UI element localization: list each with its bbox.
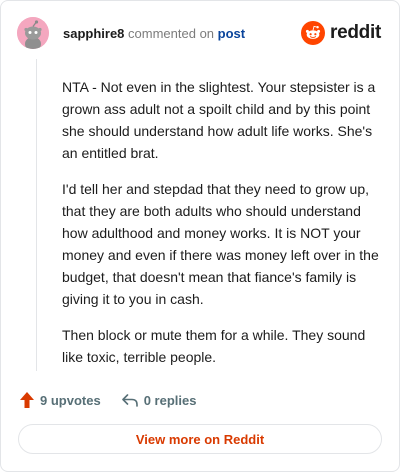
commented-on-text: commented on bbox=[128, 26, 215, 41]
comment-actions: 9 upvotes 0 replies bbox=[19, 390, 196, 410]
reddit-brand[interactable]: reddit bbox=[301, 21, 381, 45]
comment-embed-card: sapphire8 commented on post reddit NTA -… bbox=[0, 0, 400, 472]
reply-button[interactable]: 0 replies bbox=[121, 392, 197, 408]
reply-arrow-icon bbox=[121, 394, 138, 407]
upvote-arrow-icon bbox=[20, 392, 34, 408]
upvote-count: 9 upvotes bbox=[40, 392, 101, 408]
thread-line bbox=[36, 59, 37, 371]
reddit-snoo-logo-icon bbox=[301, 21, 326, 45]
comment-paragraph: I'd tell her and stepdad that they need … bbox=[62, 181, 379, 307]
upvote-button[interactable]: 9 upvotes bbox=[19, 391, 101, 409]
reddit-wordmark: reddit bbox=[330, 22, 381, 43]
comment-paragraph: Then block or mute them for a while. The… bbox=[62, 327, 366, 365]
comment-paragraph: NTA - Not even in the slightest. Your st… bbox=[62, 79, 376, 161]
post-link[interactable]: post bbox=[218, 26, 245, 41]
username-link[interactable]: sapphire8 bbox=[63, 26, 124, 41]
reply-count: 0 replies bbox=[143, 392, 197, 408]
comment-body: NTA - Not even in the slightest. Your st… bbox=[62, 76, 386, 382]
view-more-button[interactable]: View more on Reddit bbox=[18, 424, 382, 454]
user-avatar[interactable] bbox=[17, 17, 49, 49]
comment-header: sapphire8 commented on post bbox=[63, 26, 245, 42]
snoo-avatar-icon bbox=[17, 17, 49, 49]
